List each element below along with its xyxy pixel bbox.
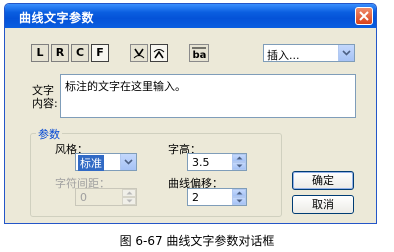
offset-stepper[interactable]: 2 [187,188,247,206]
insert-select-value: 插入... [267,49,300,62]
offset-value: 2 [192,191,199,204]
svg-text:ba: ba [193,50,207,60]
offset-increment-button[interactable] [232,189,246,197]
params-group-title: 参数 [36,126,62,142]
chevron-down-icon [124,159,133,165]
align-left-button[interactable]: L [31,44,49,62]
text-below-button[interactable] [150,44,168,62]
arrow-down-icon [236,199,243,203]
spacing-stepper[interactable]: 0 [75,188,137,206]
text-content-input[interactable]: 标注的文字在这里输入。 [60,74,356,118]
height-stepper[interactable]: 3.5 [187,153,247,171]
insert-select[interactable]: 插入... [263,44,355,62]
style-dropdown-button[interactable] [120,154,136,170]
ok-button[interactable]: 确定 [292,171,354,190]
arrow-up-icon [236,156,243,160]
offset-spinner[interactable] [232,189,246,205]
height-decrement-button[interactable] [232,162,246,170]
title-bar[interactable]: 曲线文字参数 [5,4,376,28]
figure: 曲线文字参数 L R C F ba 插入... 文字 内容: 标注的文字在这里输… [0,0,394,252]
height-increment-button[interactable] [232,154,246,162]
align-fit-button[interactable]: F [91,44,109,62]
text-above-curve-icon [133,48,145,59]
spacing-spinner[interactable] [122,189,136,205]
offset-decrement-button[interactable] [232,197,246,205]
height-spinner[interactable] [232,154,246,170]
align-center-button[interactable]: C [71,44,89,62]
insert-dropdown-button[interactable] [338,45,354,61]
spacing-value: 0 [80,191,87,204]
align-right-button[interactable]: R [51,44,69,62]
close-button[interactable] [355,7,373,25]
arrow-down-icon [126,199,133,203]
arrow-down-icon [236,164,243,168]
height-value: 3.5 [192,156,210,169]
spacing-decrement-button[interactable] [122,197,136,205]
cancel-button[interactable]: 取消 [292,195,354,214]
text-below-curve-icon [153,49,165,59]
text-above-button[interactable] [130,44,148,62]
arrow-up-icon [236,191,243,195]
baseline-text-button[interactable]: ba [189,44,209,62]
baseline-text-icon: ba [192,47,207,60]
style-select[interactable]: 标准 [75,153,137,171]
close-icon [359,11,369,21]
style-select-value: 标准 [78,155,104,171]
content-label-line2: 内容: [32,97,58,110]
figure-caption: 图 6-67 曲线文字参数对话框 [119,234,275,248]
spacing-increment-button[interactable] [122,189,136,197]
chevron-down-icon [342,50,351,56]
arrow-up-icon [126,191,133,195]
dialog-title: 曲线文字参数 [19,11,95,25]
